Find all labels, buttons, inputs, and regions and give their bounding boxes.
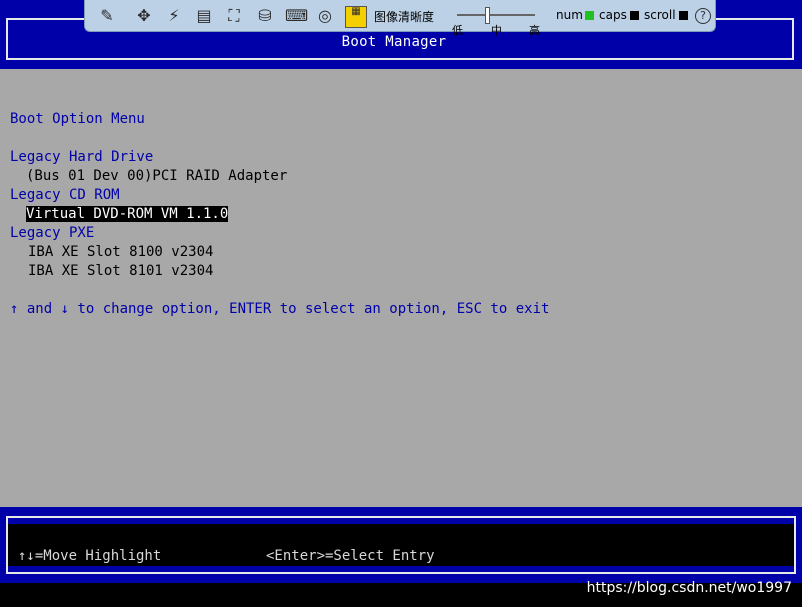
group-legacy-cd-rom: Legacy CD ROM bbox=[10, 187, 120, 203]
num-lock-indicator bbox=[585, 11, 594, 20]
hint-move-highlight: ↑↓=Move Highlight bbox=[18, 548, 162, 564]
num-lock-label: num bbox=[556, 8, 583, 22]
caps-lock-indicator bbox=[630, 11, 639, 20]
video-icon[interactable]: ▤ bbox=[194, 6, 214, 26]
group-legacy-hard-drive: Legacy Hard Drive bbox=[10, 149, 154, 165]
scroll-lock-indicator bbox=[679, 11, 688, 20]
navigation-instructions: ↑ and ↓ to change option, ENTER to selec… bbox=[10, 301, 550, 317]
help-icon[interactable]: ? bbox=[695, 8, 711, 24]
boot-option-pci-raid[interactable]: (Bus 01 Dev 00)PCI RAID Adapter bbox=[26, 168, 287, 184]
group-legacy-pxe: Legacy PXE bbox=[10, 225, 95, 241]
menu-heading: Boot Option Menu bbox=[10, 111, 145, 127]
quality-level-high: 高 bbox=[529, 24, 540, 37]
watermark-text: https://blog.csdn.net/wo1997 bbox=[586, 580, 792, 596]
quality-slider-track[interactable] bbox=[457, 14, 535, 16]
boot-option-iba-8100[interactable]: IBA XE Slot 8100 v2304 bbox=[28, 244, 213, 260]
quality-level-low: 低 bbox=[452, 24, 463, 37]
macro-icon[interactable]: ⚡ bbox=[164, 6, 184, 26]
boot-option-virtual-dvd-selected[interactable]: Virtual DVD-ROM VM 1.1.0 bbox=[26, 206, 229, 222]
page-title: Boot Manager bbox=[341, 34, 447, 50]
boot-option-iba-8101[interactable]: IBA XE Slot 8101 v2304 bbox=[28, 263, 213, 279]
usb-icon[interactable]: ⌨ bbox=[285, 6, 308, 26]
quality-level-mid: 中 bbox=[491, 24, 502, 37]
boot-menu-panel bbox=[0, 69, 802, 507]
kvm-toolbar: ✎ ✥ ⚡ ▤ ⛶ ⛁ ⌨ ◎ ▦ 图像清晰度 低 中 高 num caps s… bbox=[84, 0, 716, 37]
pointer-icon[interactable]: ✎ bbox=[97, 6, 117, 26]
image-quality-label: 图像清晰度 bbox=[374, 10, 435, 24]
fullscreen-icon[interactable]: ⛶ bbox=[224, 6, 244, 26]
calibrate-icon[interactable]: ▦ bbox=[345, 6, 367, 28]
move-icon[interactable]: ✥ bbox=[134, 6, 154, 26]
quality-slider-thumb[interactable] bbox=[485, 7, 490, 24]
cd-icon[interactable]: ◎ bbox=[315, 6, 335, 26]
caps-lock-label: caps bbox=[599, 8, 627, 22]
media-icon[interactable]: ⛁ bbox=[255, 6, 275, 26]
hint-select-entry: <Enter>=Select Entry bbox=[266, 548, 435, 564]
scroll-lock-label: scroll bbox=[644, 8, 676, 22]
